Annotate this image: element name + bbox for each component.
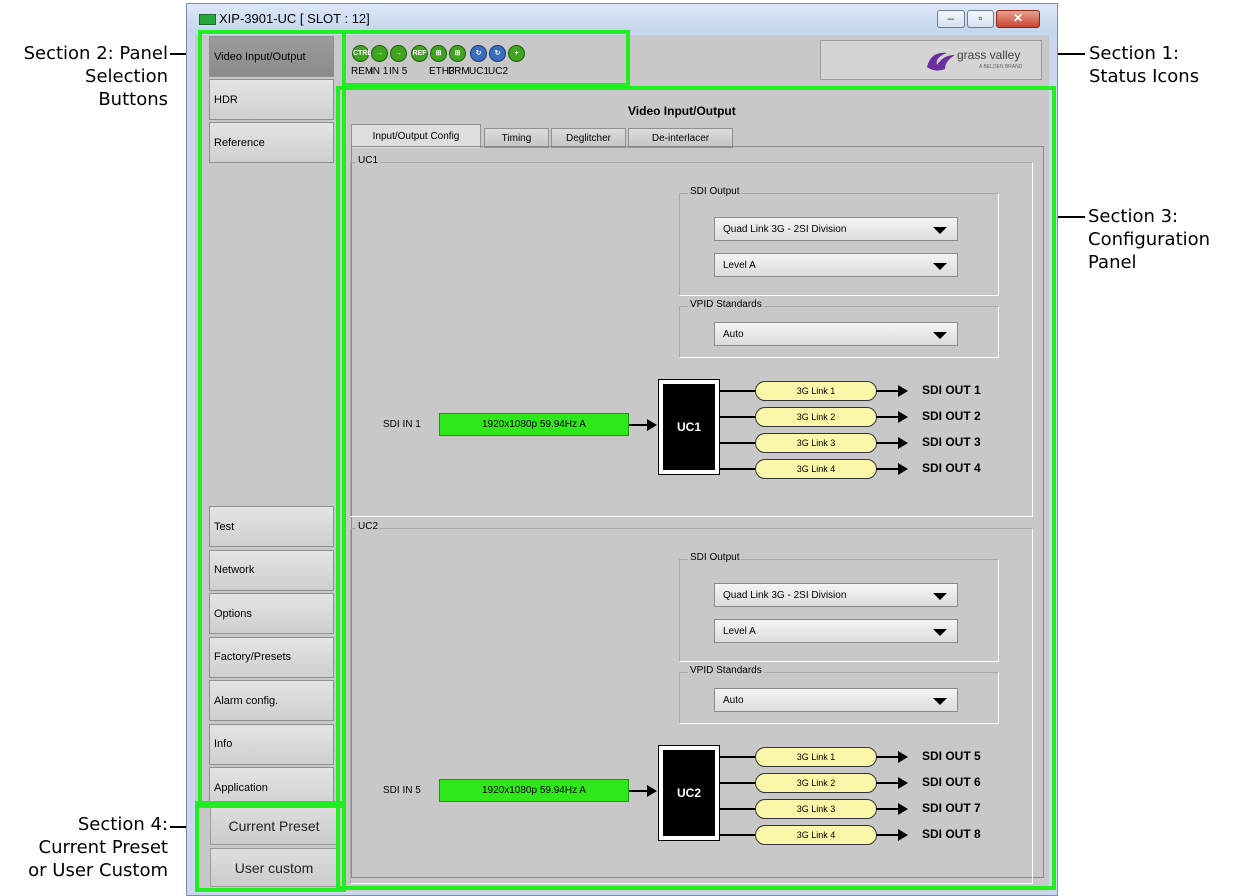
minimize-icon[interactable]: – xyxy=(937,10,965,28)
close-icon[interactable]: ✕ xyxy=(996,10,1040,28)
callout-section-3: Section 3: Configuration Panel xyxy=(1088,206,1211,273)
callout-section-1: Section 1: Status Icons xyxy=(1089,43,1200,87)
highlight-section-4 xyxy=(195,801,346,892)
highlight-section-3 xyxy=(336,86,1056,890)
maximize-icon[interactable]: ▫ xyxy=(967,10,994,28)
highlight-section-1 xyxy=(342,30,630,87)
grass-valley-logo: grass valley A BELDEN BRAND xyxy=(820,40,1042,80)
window-title: XIP-3901-UC [ SLOT : 12] xyxy=(219,11,370,26)
window-app-icon xyxy=(199,14,216,25)
logo-subtext: A BELDEN BRAND xyxy=(979,64,1023,70)
callout-section-4: Section 4: Current Preset or User Custom xyxy=(28,814,168,881)
callout-section-2: Section 2: Panel Selection Buttons xyxy=(23,43,168,110)
callout-section-3-leader xyxy=(1058,216,1085,218)
logo-text: grass valley xyxy=(957,48,1021,62)
highlight-section-2 xyxy=(198,30,346,808)
